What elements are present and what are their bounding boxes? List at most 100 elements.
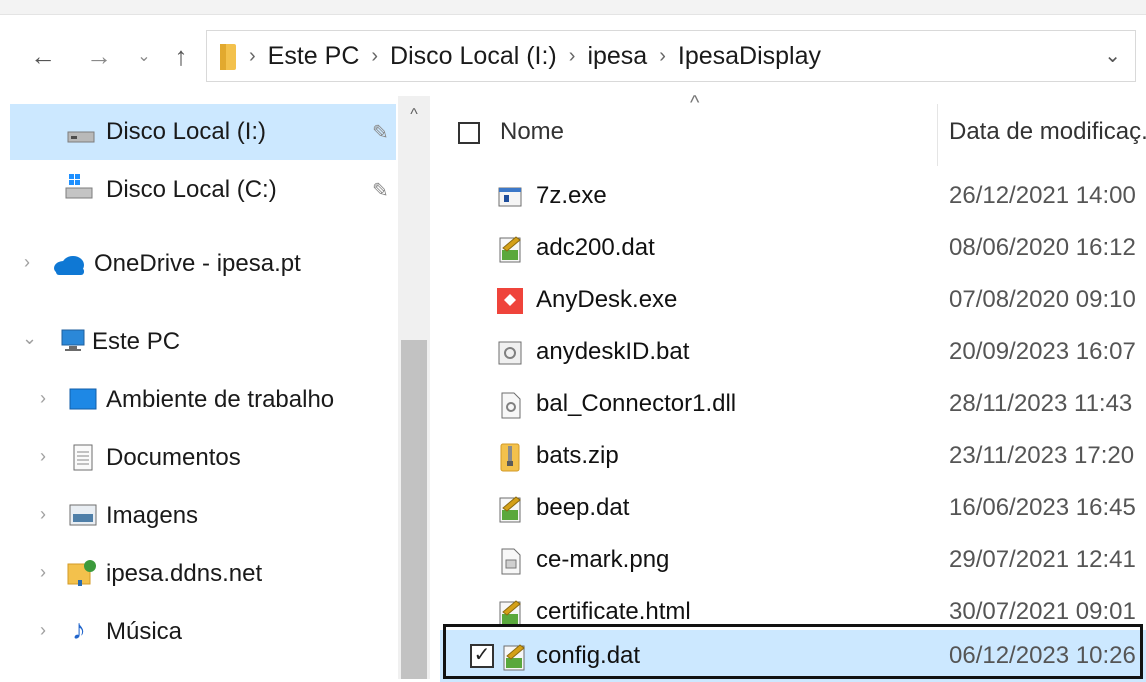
file-date: 06/12/2023 10:26	[949, 642, 1136, 669]
back-button[interactable]: ←	[28, 38, 58, 74]
breadcrumb: › Este PC › Disco Local (I:) › ipesa › I…	[237, 42, 821, 71]
scrollbar-thumb[interactable]	[401, 340, 427, 679]
sidebar-item-documentos[interactable]: › Documentos	[10, 430, 396, 486]
drive-icon	[67, 131, 95, 143]
file-name: 7z.exe	[536, 182, 607, 209]
windows-drive-icon	[65, 174, 93, 199]
address-bar[interactable]: › Este PC › Disco Local (I:) › ipesa › I…	[206, 30, 1136, 82]
pin-icon[interactable]: ✎	[372, 120, 389, 145]
breadcrumb-disco-local-i[interactable]: Disco Local (I:)	[390, 42, 557, 71]
pin-icon[interactable]: ✎	[372, 178, 389, 203]
file-row[interactable]: bats.zip 23/11/2023 17:20	[440, 432, 1146, 482]
file-name: bal_Connector1.dll	[536, 390, 737, 417]
sidebar-item-ipesa-ddns[interactable]: › ipesa.ddns.net	[10, 546, 396, 602]
expand-chevron-icon[interactable]: ›	[24, 252, 30, 273]
file-row[interactable]: anydeskID.bat 20/09/2023 16:07	[440, 328, 1146, 378]
file-list: ^ Nome Data de modificaç... 7z.exe 26/12…	[440, 92, 1146, 682]
sidebar-item-disco-local-i[interactable]: Disco Local (I:) ✎	[10, 104, 396, 160]
sidebar-item-imagens[interactable]: › Imagens	[10, 488, 396, 544]
breadcrumb-separator: ›	[249, 44, 256, 67]
zip-folder-icon	[500, 443, 520, 472]
file-date: 28/11/2023 11:43	[949, 390, 1133, 417]
arrow-right-icon: →	[86, 40, 112, 71]
file-name: config.dat	[536, 642, 641, 669]
pictures-icon	[69, 504, 97, 526]
sidebar-item-label: Imagens	[106, 502, 199, 529]
dat-file-icon	[499, 496, 521, 523]
file-row[interactable]: adc200.dat 08/06/2020 16:12	[440, 224, 1146, 274]
row-checkbox-checked[interactable]: ✓	[470, 644, 494, 668]
column-divider[interactable]	[937, 104, 938, 166]
bat-file-icon	[498, 341, 522, 365]
sidebar-item-label: Ambiente de trabalho	[106, 386, 335, 413]
file-name: anydeskID.bat	[536, 338, 690, 365]
file-name: ce-mark.png	[536, 546, 670, 573]
file-row[interactable]: ce-mark.png 29/07/2021 12:41	[440, 536, 1146, 586]
sidebar-item-label: Disco Local (I:)	[106, 118, 267, 145]
expand-chevron-icon[interactable]: ›	[40, 562, 46, 583]
column-header: Nome Data de modificaç...	[440, 104, 1146, 166]
file-row[interactable]: AnyDesk.exe 07/08/2020 09:10	[440, 276, 1146, 326]
file-row[interactable]: beep.dat 16/06/2023 16:45	[440, 484, 1146, 534]
chevron-down-icon: ⌄	[137, 48, 151, 65]
folder-icon	[220, 44, 236, 70]
dll-file-icon	[501, 392, 521, 419]
chevron-down-icon[interactable]: ⌄	[1104, 43, 1121, 68]
exe-icon	[498, 187, 522, 207]
column-header-date[interactable]: Data de modificaç...	[949, 118, 1146, 146]
expand-chevron-icon[interactable]: ›	[40, 388, 46, 409]
file-name: certificate.html	[536, 598, 691, 625]
sidebar-item-musica[interactable]: › ♪ Música	[10, 604, 396, 660]
scroll-up-arrow-icon[interactable]: ^	[398, 106, 430, 124]
sidebar-item-onedrive[interactable]: › OneDrive - ipesa.pt	[10, 236, 396, 292]
expand-chevron-icon[interactable]: ›	[40, 620, 46, 641]
arrow-left-icon: ←	[30, 40, 56, 71]
select-all-checkbox[interactable]	[458, 122, 480, 144]
sidebar-item-label: Disco Local (C:)	[106, 176, 277, 203]
breadcrumb-separator: ›	[659, 44, 666, 67]
sidebar-scrollbar[interactable]: ^	[398, 96, 430, 679]
forward-button[interactable]: →	[84, 38, 114, 74]
sidebar-item-label: Documentos	[106, 444, 241, 471]
file-date: 08/06/2020 16:12	[949, 234, 1136, 261]
dat-file-icon	[503, 644, 525, 671]
file-name: bats.zip	[536, 442, 619, 469]
sidebar-item-label: ipesa.ddns.net	[106, 560, 263, 587]
breadcrumb-separator: ›	[371, 44, 379, 67]
network-folder-icon	[67, 560, 96, 586]
sidebar-item-ambiente-de-trabalho[interactable]: › Ambiente de trabalho	[10, 372, 396, 428]
sidebar-item-disco-local-c[interactable]: Disco Local (C:) ✎	[10, 162, 396, 218]
breadcrumb-separator: ›	[568, 44, 576, 67]
expand-chevron-icon[interactable]: ›	[40, 446, 46, 467]
recent-locations-button[interactable]: ⌄	[134, 38, 154, 74]
breadcrumb-este-pc[interactable]: Este PC	[268, 42, 360, 71]
sidebar-item-label: OneDrive - ipesa.pt	[94, 250, 301, 277]
file-row[interactable]: 7z.exe 26/12/2021 14:00	[440, 172, 1146, 222]
file-date: 16/06/2023 16:45	[949, 494, 1136, 521]
column-header-name[interactable]: Nome	[500, 118, 564, 146]
breadcrumb-ipesadisplay[interactable]: IpesaDisplay	[678, 42, 821, 71]
dat-file-icon	[499, 236, 521, 263]
arrow-up-icon: ↑	[174, 40, 188, 71]
file-row[interactable]: bal_Connector1.dll 28/11/2023 11:43	[440, 380, 1146, 430]
dat-file-icon	[499, 600, 521, 627]
desktop-icon	[69, 388, 97, 410]
expand-chevron-icon[interactable]: ›	[40, 504, 46, 525]
file-date: 26/12/2021 14:00	[949, 182, 1136, 209]
file-name: adc200.dat	[536, 234, 655, 261]
sidebar-item-este-pc[interactable]: ⌄ Este PC	[10, 314, 396, 370]
file-date: 29/07/2021 12:41	[949, 546, 1136, 573]
navigation-bar: ← → ⌄ ↑ › Este PC › Disco Local (I:) › i…	[0, 20, 1146, 94]
music-icon: ♪	[72, 614, 86, 645]
cloud-icon	[54, 256, 84, 275]
image-file-icon	[501, 548, 521, 575]
file-name: beep.dat	[536, 494, 630, 521]
up-button[interactable]: ↑	[166, 38, 196, 74]
file-row-selected[interactable]: ✓ config.dat 06/12/2023 10:26	[440, 630, 1146, 682]
breadcrumb-ipesa[interactable]: ipesa	[587, 42, 647, 71]
file-date: 20/09/2023 16:07	[949, 338, 1136, 365]
file-date: 30/07/2021 09:01	[949, 598, 1136, 625]
collapse-chevron-icon[interactable]: ⌄	[22, 328, 37, 349]
title-strip	[0, 0, 1146, 15]
sidebar-item-label: Música	[106, 618, 183, 645]
